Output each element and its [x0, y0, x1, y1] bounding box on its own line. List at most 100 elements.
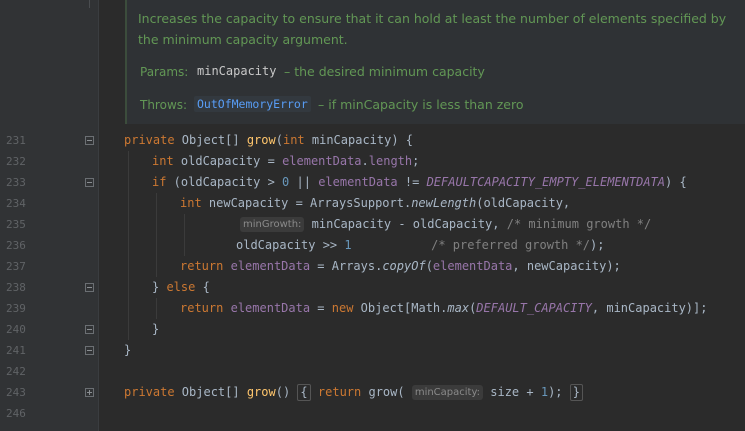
indent-guide [128, 151, 129, 340]
javadoc-throws-label: Throws: [140, 98, 188, 112]
indent-guide [156, 193, 157, 277]
code-text: , minCapacity)]; [591, 301, 708, 315]
code-text: ; [412, 154, 420, 168]
static-method: max [447, 301, 470, 315]
folded-brace[interactable]: } [569, 384, 583, 401]
code-text: } [124, 343, 132, 357]
code-text: (oldCapacity, [476, 196, 571, 210]
code-text: (oldCapacity > [166, 175, 283, 189]
line-number: 242 [6, 365, 26, 378]
line-number: 238 [6, 281, 26, 294]
keyword: int [180, 196, 202, 210]
fold-collapse-icon[interactable] [85, 325, 94, 334]
code-text: newCapacity = ArraysSupport. [201, 196, 412, 210]
fold-collapse-icon[interactable] [85, 178, 94, 187]
code-text: minCapacity) { [304, 133, 414, 147]
fold-collapse-icon[interactable] [85, 136, 94, 145]
code-line-240[interactable]: } [152, 319, 159, 340]
code-text: ( [425, 259, 433, 273]
field-ref: elementData [282, 154, 362, 168]
code-text: oldCapacity = [173, 154, 283, 168]
javadoc-throws-link[interactable]: OutOfMemoryError [194, 96, 311, 112]
line-number: 234 [6, 197, 26, 210]
code-text: () [275, 385, 298, 399]
folded-brace[interactable]: { [297, 384, 311, 401]
keyword: new [331, 301, 354, 315]
code-line-234[interactable]: int newCapacity = ArraysSupport.newLengt… [180, 193, 570, 214]
line-number: 237 [6, 260, 26, 273]
code-line-239[interactable]: return elementData = new Object[Math.max… [180, 298, 707, 319]
comment: /* preferred growth */ [431, 238, 591, 252]
code-text: ); [590, 238, 605, 252]
line-number: 243 [6, 386, 26, 399]
code-text: != [397, 175, 427, 189]
code-text: . [361, 154, 369, 168]
keyword: return [317, 385, 362, 399]
static-method: copyOf [382, 259, 426, 273]
line-number: 233 [6, 176, 26, 189]
code-line-236[interactable]: oldCapacity >> 1 /* preferred growth */)… [236, 235, 605, 256]
code-line-243[interactable]: private Object[] grow() { return grow( m… [124, 382, 583, 403]
line-number: 246 [6, 407, 26, 420]
code-line-233[interactable]: if (oldCapacity > 0 || elementData != DE… [152, 172, 687, 193]
code-text: = [310, 301, 332, 315]
line-number: 232 [6, 155, 26, 168]
code-text: grow( [361, 385, 412, 399]
javadoc-params-label: Params: [140, 65, 189, 79]
keyword: private [124, 385, 175, 399]
line-number: 241 [6, 344, 26, 357]
keyword: else [166, 280, 196, 294]
method-name: grow [246, 385, 276, 399]
parameter-hint: minGrowth: [240, 217, 305, 232]
line-number: 236 [6, 239, 26, 252]
javadoc-param-name: minCapacity [197, 64, 277, 78]
code-text: Object[] [174, 133, 247, 147]
constant-ref: DEFAULTCAPACITY_EMPTY_ELEMENTDATA [426, 175, 665, 189]
method-name: grow [246, 133, 276, 147]
fold-collapse-icon[interactable] [85, 346, 94, 355]
field-ref: elementData [432, 259, 513, 273]
keyword: return [180, 259, 224, 273]
indent-guide [156, 298, 157, 319]
line-number: 231 [6, 134, 26, 147]
code-text: ); [548, 385, 563, 399]
code-line-241[interactable]: } [124, 340, 131, 361]
comment: /* minimum growth */ [506, 217, 652, 231]
code-text: size + [483, 385, 541, 399]
keyword: int [282, 133, 305, 147]
keyword: int [152, 154, 174, 168]
line-number: 235 [6, 218, 26, 231]
code-line-237[interactable]: return elementData = Arrays.copyOf(eleme… [180, 256, 621, 277]
keyword: if [152, 175, 167, 189]
constant-ref: DEFAULT_CAPACITY [476, 301, 592, 315]
javadoc-description: Increases the capacity to ensure that it… [138, 11, 727, 47]
code-text: Object[] [174, 385, 247, 399]
field-ref: length [368, 154, 413, 168]
line-number: 239 [6, 302, 26, 315]
code-line-238[interactable]: } else { [152, 277, 210, 298]
code-text: , newCapacity); [512, 259, 621, 273]
code-line-235[interactable]: minGrowth: minCapacity - oldCapacity, /*… [240, 214, 651, 235]
parameter-hint: minCapacity: [411, 385, 484, 400]
code-line-231[interactable]: private Object[] grow(int minCapacity) { [124, 130, 413, 151]
code-text: minCapacity - oldCapacity, [304, 217, 507, 231]
line-number: 240 [6, 323, 26, 336]
keyword: return [180, 301, 224, 315]
fold-guide [89, 0, 90, 8]
code-text: Object[Math. [353, 301, 448, 315]
code-text: } [152, 322, 160, 336]
javadoc-param-desc: – the desired minimum capacity [284, 64, 485, 79]
code-text: { [195, 280, 210, 294]
fold-expand-icon[interactable] [85, 388, 94, 397]
code-text: ) { [665, 175, 687, 189]
code-line-232[interactable]: int oldCapacity = elementData.length; [152, 151, 419, 172]
field-ref: elementData [318, 175, 398, 189]
fold-collapse-icon[interactable] [85, 283, 94, 292]
keyword: private [124, 133, 175, 147]
code-text: } [152, 280, 167, 294]
